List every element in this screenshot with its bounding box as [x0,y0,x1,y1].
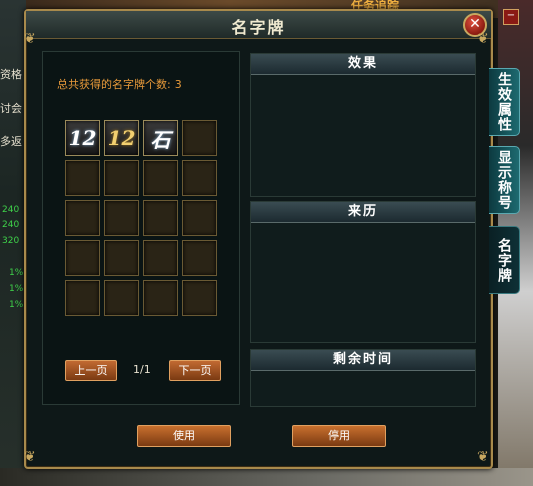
nameplate-slot-empty[interactable] [104,280,139,316]
nameplate-item-icon: 石 [150,127,171,152]
corner-ornament-icon: ❦ [24,31,36,47]
bg-number-2: 240 [2,220,20,230]
nameplate-slot-empty[interactable] [182,120,217,156]
bg-number-4: 1% [9,268,24,278]
corner-ornament-icon: ❦ [477,449,489,465]
nameplate-slot-empty[interactable] [104,200,139,236]
nameplate-count: 总共获得的名字牌个数: 3 [57,76,182,92]
minimize-icon[interactable]: − [503,9,519,25]
page-indicator: 1/1 [133,363,151,376]
bg-number-3: 320 [2,236,20,246]
nameplate-slot-empty[interactable] [182,200,217,236]
bg-number-6: 1% [9,300,24,310]
nameplate-slot-filled[interactable]: 12 [65,120,100,156]
nameplate-slot-empty[interactable] [65,160,100,196]
remaining-time-header: 剩余时间 [251,350,475,371]
nameplate-window: 名字牌 ✕ ❦ ❦ ❦ ❦ 总共获得的名字牌个数: 3 12 12 石 上一页 1/1… [24,9,493,469]
bg-text-3: 多返 [0,135,22,148]
prev-page-button[interactable]: 上一页 [65,360,117,381]
effect-header: 效果 [251,54,475,75]
nameplate-slot-empty[interactable] [104,160,139,196]
nameplate-slot-empty[interactable] [182,240,217,276]
bg-number-5: 1% [9,284,24,294]
nameplate-slot-empty[interactable] [182,280,217,316]
bg-number-1: 240 [2,205,20,215]
tab-effective-attributes[interactable]: 生效属性 [489,68,520,136]
corner-ornament-icon: ❦ [24,449,36,465]
background-bottom [0,468,533,486]
nameplate-slot-empty[interactable] [143,160,178,196]
nameplate-slot-empty[interactable] [143,280,178,316]
nameplate-slot-empty[interactable] [65,200,100,236]
tab-display-title[interactable]: 显示称号 [489,146,520,214]
bg-text-2: 讨会 [0,102,22,115]
nameplate-slot-empty[interactable] [143,200,178,236]
tab-nameplate[interactable]: 名字牌 [489,226,520,294]
nameplate-slot-empty[interactable] [65,280,100,316]
origin-header: 来历 [251,202,475,223]
nameplate-count-value: 3 [174,78,182,91]
nameplate-item-icon: 12 [107,126,136,150]
nameplate-slot-empty[interactable] [143,240,178,276]
pagination: 上一页 1/1 下一页 [65,360,225,381]
use-button[interactable]: 使用 [137,425,231,447]
nameplate-slot-filled[interactable]: 12 [104,120,139,156]
origin-section: 来历 [250,201,476,343]
corner-ornament-icon: ❦ [477,31,489,47]
remaining-time-section: 剩余时间 [250,349,476,407]
disable-button[interactable]: 停用 [292,425,386,447]
effect-section: 效果 [250,53,476,197]
nameplate-slot-grid: 12 12 石 [65,120,221,316]
nameplate-slot-empty[interactable] [104,240,139,276]
title-bar[interactable]: 名字牌 ✕ [26,11,491,39]
nameplate-slot-filled[interactable]: 石 [143,120,178,156]
nameplate-slot-empty[interactable] [65,240,100,276]
nameplate-slot-empty[interactable] [182,160,217,196]
nameplate-count-label: 总共获得的名字牌个数: [57,78,171,91]
nameplate-collection-panel: 总共获得的名字牌个数: 3 12 12 石 上一页 1/1 下一页 [42,51,240,405]
window-title: 名字牌 [231,18,286,37]
next-page-button[interactable]: 下一页 [169,360,221,381]
bg-text-1: 资格 [0,68,22,81]
nameplate-item-icon: 12 [68,126,97,150]
background-left-panel: 资格 讨会 多返 240 240 320 1% 1% 1% [0,0,26,486]
